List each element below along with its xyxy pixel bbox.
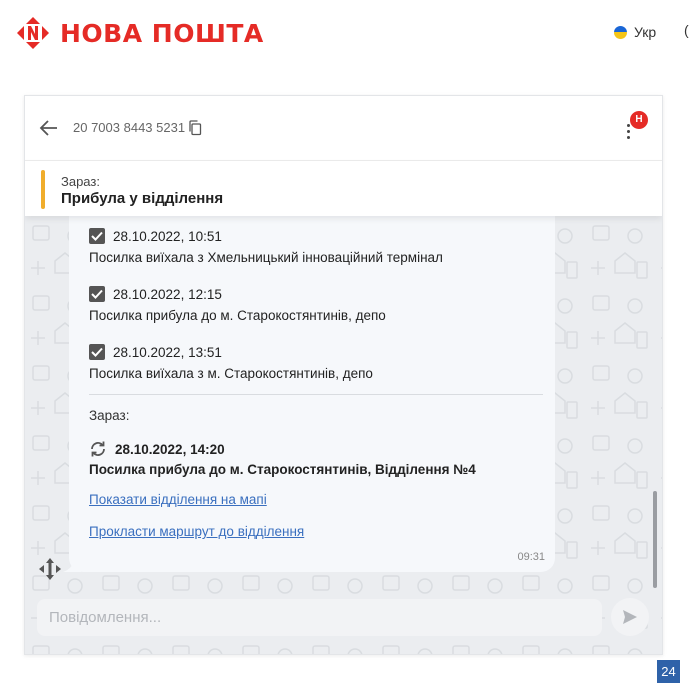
send-button[interactable]: [611, 598, 649, 636]
show-branch-on-map-link[interactable]: Показати відділення на мапі: [89, 492, 267, 507]
copy-icon[interactable]: [188, 120, 202, 136]
brand-name: НОВА ПОШТА: [60, 18, 264, 48]
event-description: Посилка виїхала з Хмельницький інновацій…: [89, 250, 443, 265]
divider: [89, 394, 543, 395]
message-time: 09:31: [517, 551, 545, 563]
checkbox-checked-icon: [89, 228, 105, 244]
build-route-link[interactable]: Прокласти маршрут до відділення: [89, 524, 304, 539]
nova-poshta-logo[interactable]: НОВА ПОШТА: [16, 16, 264, 50]
language-switcher[interactable]: Укр: [614, 24, 656, 40]
chat-header: 20 7003 8443 5231 Н: [25, 96, 662, 161]
refresh-icon: [91, 441, 105, 457]
current-event-time: 28.10.2022, 14:20: [115, 441, 225, 457]
tracking-event: 28.10.2022, 10:51 Посилка виїхала з Хмел…: [89, 228, 443, 265]
status-label: Зараз:: [61, 174, 100, 189]
nova-poshta-logo-icon: [17, 17, 49, 49]
event-time: 28.10.2022, 13:51: [113, 344, 222, 360]
support-widget-button[interactable]: 24: [657, 660, 680, 683]
tracking-event: 28.10.2022, 13:51 Посилка виїхала з м. С…: [89, 344, 373, 381]
language-label: Укр: [634, 24, 657, 40]
header-cut-off-item[interactable]: (: [684, 22, 689, 38]
user-badge[interactable]: Н: [629, 110, 649, 130]
current-label: Зараз:: [89, 408, 130, 423]
current-status-bar: Зараз: Прибула у відділення: [25, 161, 662, 216]
checkbox-checked-icon: [89, 344, 105, 360]
tracking-event: 28.10.2022, 12:15 Посилка прибула до м. …: [89, 286, 386, 323]
current-event-header: 28.10.2022, 14:20: [89, 440, 225, 458]
tracking-chat-window: 20 7003 8443 5231 Н Зараз: Прибула у від…: [24, 95, 663, 655]
current-event-description: Посилка прибула до м. Старокостянтинів, …: [89, 462, 476, 477]
event-time: 28.10.2022, 12:15: [113, 286, 222, 302]
event-description: Посилка прибула до м. Старокостянтинів, …: [89, 308, 386, 323]
tracking-message-bubble: 28.10.2022, 10:51 Посилка виїхала з Хмел…: [69, 216, 555, 572]
status-accent-line: [41, 170, 45, 209]
tracking-number: 20 7003 8443 5231: [73, 120, 186, 135]
event-time: 28.10.2022, 10:51: [113, 228, 222, 244]
event-description: Посилка виїхала з м. Старокостянтинів, д…: [89, 366, 373, 381]
message-input[interactable]: [37, 599, 602, 636]
status-value: Прибула у відділення: [61, 190, 224, 207]
checkbox-checked-icon: [89, 286, 105, 302]
chat-scrollbar[interactable]: [653, 491, 657, 588]
back-arrow-icon[interactable]: [39, 118, 59, 138]
move-arrows-icon[interactable]: [37, 556, 63, 582]
ukraine-flag-icon: [614, 25, 627, 39]
send-icon: [623, 610, 637, 624]
